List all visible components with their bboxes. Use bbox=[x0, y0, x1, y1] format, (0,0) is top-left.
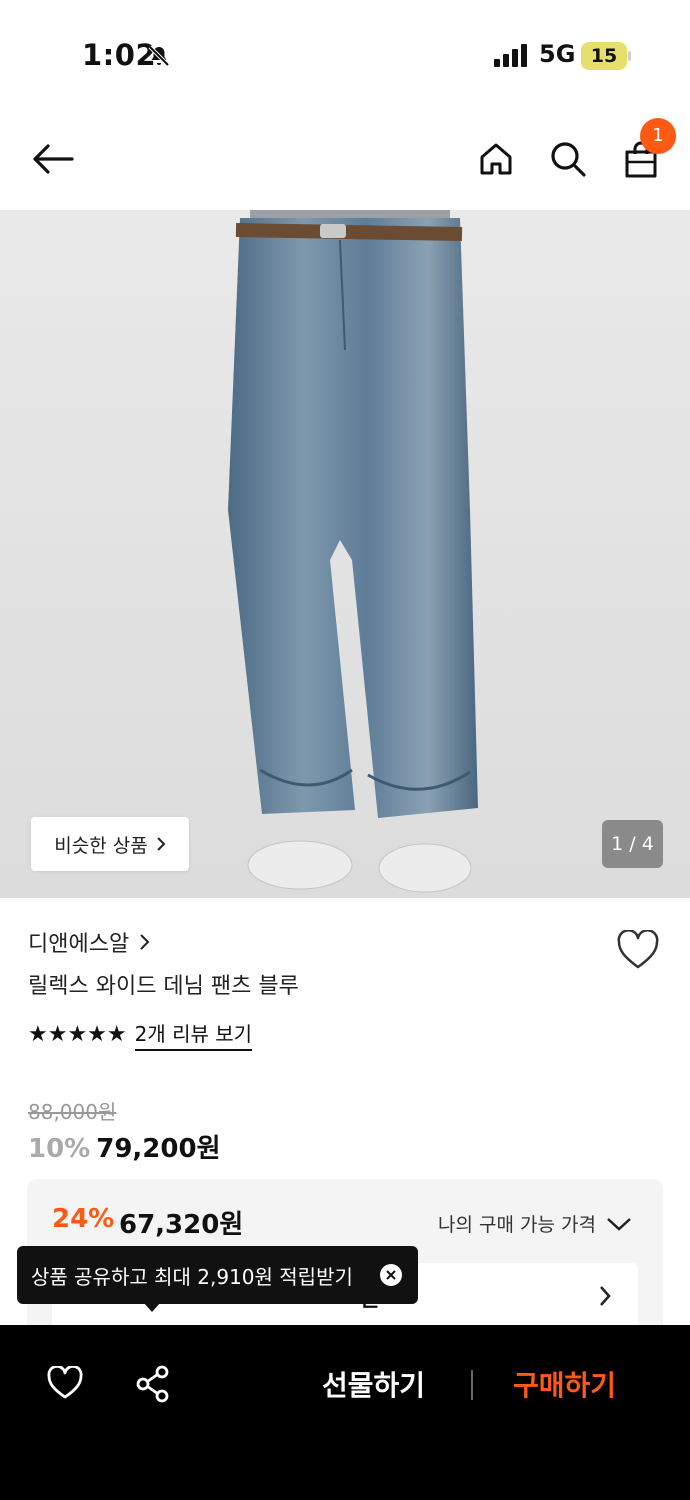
network-label: 5G bbox=[539, 40, 576, 68]
battery-level: 15 bbox=[581, 42, 627, 70]
heart-icon[interactable] bbox=[616, 930, 660, 970]
brand-link[interactable]: 디앤에스알 bbox=[28, 926, 151, 958]
review-link[interactable]: 2개 리뷰 보기 bbox=[134, 1018, 253, 1051]
chevron-down-icon bbox=[607, 1217, 631, 1231]
close-icon bbox=[386, 1270, 396, 1280]
gift-button[interactable]: 선물하기 bbox=[322, 1364, 425, 1404]
chevron-right-icon bbox=[157, 837, 166, 851]
status-time: 1:02 bbox=[82, 38, 157, 72]
chevron-right-icon bbox=[140, 934, 150, 950]
heart-icon[interactable] bbox=[46, 1366, 84, 1400]
sale-price: 79,200원 bbox=[96, 1134, 221, 1164]
tooltip-close-button[interactable] bbox=[380, 1264, 402, 1286]
share-icon[interactable] bbox=[134, 1364, 172, 1404]
jeans-photo bbox=[0, 210, 690, 898]
rating-stars: ★★★★★ bbox=[28, 1022, 127, 1047]
share-tooltip-text: 상품 공유하고 최대 2,910원 적립받기 bbox=[31, 1264, 353, 1289]
back-button[interactable] bbox=[32, 138, 74, 180]
chevron-right-icon bbox=[600, 1286, 611, 1306]
image-counter: 1 / 4 bbox=[602, 820, 663, 868]
home-button[interactable] bbox=[475, 138, 517, 180]
bell-off-icon bbox=[148, 45, 170, 67]
buy-button[interactable]: 구매하기 bbox=[513, 1364, 616, 1404]
share-tooltip: 상품 공유하고 최대 2,910원 적립받기 bbox=[17, 1246, 418, 1304]
battery-tip bbox=[628, 51, 631, 61]
my-price-label: 나의 구매 가능 가격 bbox=[438, 1214, 596, 1236]
discount-row: 10% 79,200원 bbox=[28, 1128, 221, 1165]
my-price: 67,320원 bbox=[119, 1210, 244, 1240]
signal-icon bbox=[494, 44, 527, 67]
product-name: 릴렉스 와이드 데님 팬츠 블루 bbox=[28, 974, 299, 999]
home-icon bbox=[480, 143, 512, 175]
bottom-bar-divider bbox=[471, 1370, 473, 1400]
arrow-left-icon bbox=[33, 144, 74, 174]
discount-rate: 10% bbox=[28, 1134, 91, 1164]
my-discount-rate: 24% bbox=[52, 1204, 115, 1234]
similar-products-label: 비슷한 상품 bbox=[54, 834, 148, 857]
bottom-action-bar bbox=[0, 1325, 690, 1500]
product-image[interactable] bbox=[0, 210, 690, 898]
search-icon bbox=[551, 142, 586, 177]
original-price: 88,000원 bbox=[28, 1100, 117, 1124]
rating-row: ★★★★★ 2개 리뷰 보기 bbox=[28, 1018, 253, 1051]
tooltip-tail bbox=[143, 1302, 161, 1312]
search-button[interactable] bbox=[547, 138, 589, 180]
brand-name: 디앤에스알 bbox=[28, 932, 130, 957]
cart-count-badge: 1 bbox=[640, 118, 676, 154]
similar-products-button[interactable]: 비슷한 상품 bbox=[31, 817, 189, 871]
my-price-toggle[interactable]: 나의 구매 가능 가격 bbox=[438, 1210, 632, 1237]
